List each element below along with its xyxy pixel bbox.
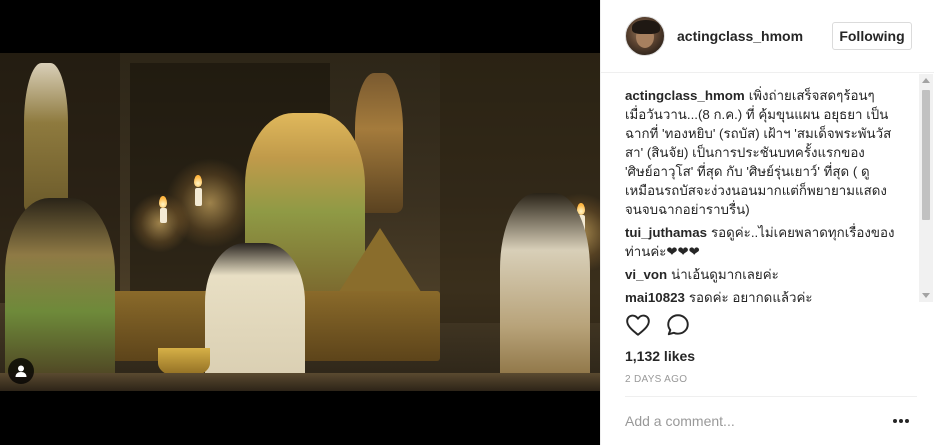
comment-item: tui_juthamas รอดูค่ะ..ไม่เคยพลาดทุกเรื่อง…: [625, 223, 895, 261]
username-link[interactable]: actingclass_hmom: [677, 28, 803, 44]
comments-scrollbar[interactable]: [919, 74, 933, 302]
user-tag-icon[interactable]: [8, 358, 34, 384]
add-comment-section: [625, 396, 917, 445]
ellipsis-icon[interactable]: [891, 411, 911, 431]
comment-item: vi_von น่าเอ้นดูมากเลยค่ะ: [625, 265, 895, 284]
comment-author[interactable]: mai10823: [625, 290, 685, 302]
speech-bubble-icon[interactable]: [665, 312, 693, 340]
add-comment-input[interactable]: [625, 409, 875, 433]
post-header: actingclass_hmom Following: [601, 0, 934, 73]
post-details-panel: actingclass_hmom Following actingclass_h…: [600, 0, 934, 445]
heart-icon[interactable]: [625, 312, 653, 340]
comment-author[interactable]: actingclass_hmom: [625, 88, 745, 103]
scroll-up-arrow-icon[interactable]: [922, 78, 930, 83]
comment-text: รอดูค่ะ อยากดูแล้วค่ะ: [688, 290, 813, 302]
comment-text: น่าเอ้นดูมากเลยค่ะ: [671, 267, 779, 282]
comment-item: mai10823 รอดูค่ะ อยากดูแล้วค่ะ: [625, 288, 895, 302]
avatar[interactable]: [625, 16, 665, 56]
scroll-down-arrow-icon[interactable]: [922, 293, 930, 298]
post-media: [0, 0, 600, 445]
following-button[interactable]: Following: [832, 22, 912, 50]
caption-comment: actingclass_hmom เพิ่งถ่ายเสร็จสดๆร้อนๆเม…: [625, 86, 895, 219]
scrollbar-thumb[interactable]: [922, 90, 930, 220]
comment-author[interactable]: vi_von: [625, 267, 667, 282]
post-timestamp: 2 DAYS AGO: [625, 374, 688, 385]
comment-text: เพิ่งถ่ายเสร็จสดๆร้อนๆเมื่อวันวาน...(8 ก…: [625, 88, 892, 217]
likes-count[interactable]: 1,132 likes: [625, 348, 695, 364]
post-photo[interactable]: [0, 53, 600, 391]
comments-list[interactable]: actingclass_hmom เพิ่งถ่ายเสร็จสดๆร้อนๆเม…: [625, 86, 921, 302]
post-actions: [625, 312, 921, 342]
comment-author[interactable]: tui_juthamas: [625, 225, 707, 240]
